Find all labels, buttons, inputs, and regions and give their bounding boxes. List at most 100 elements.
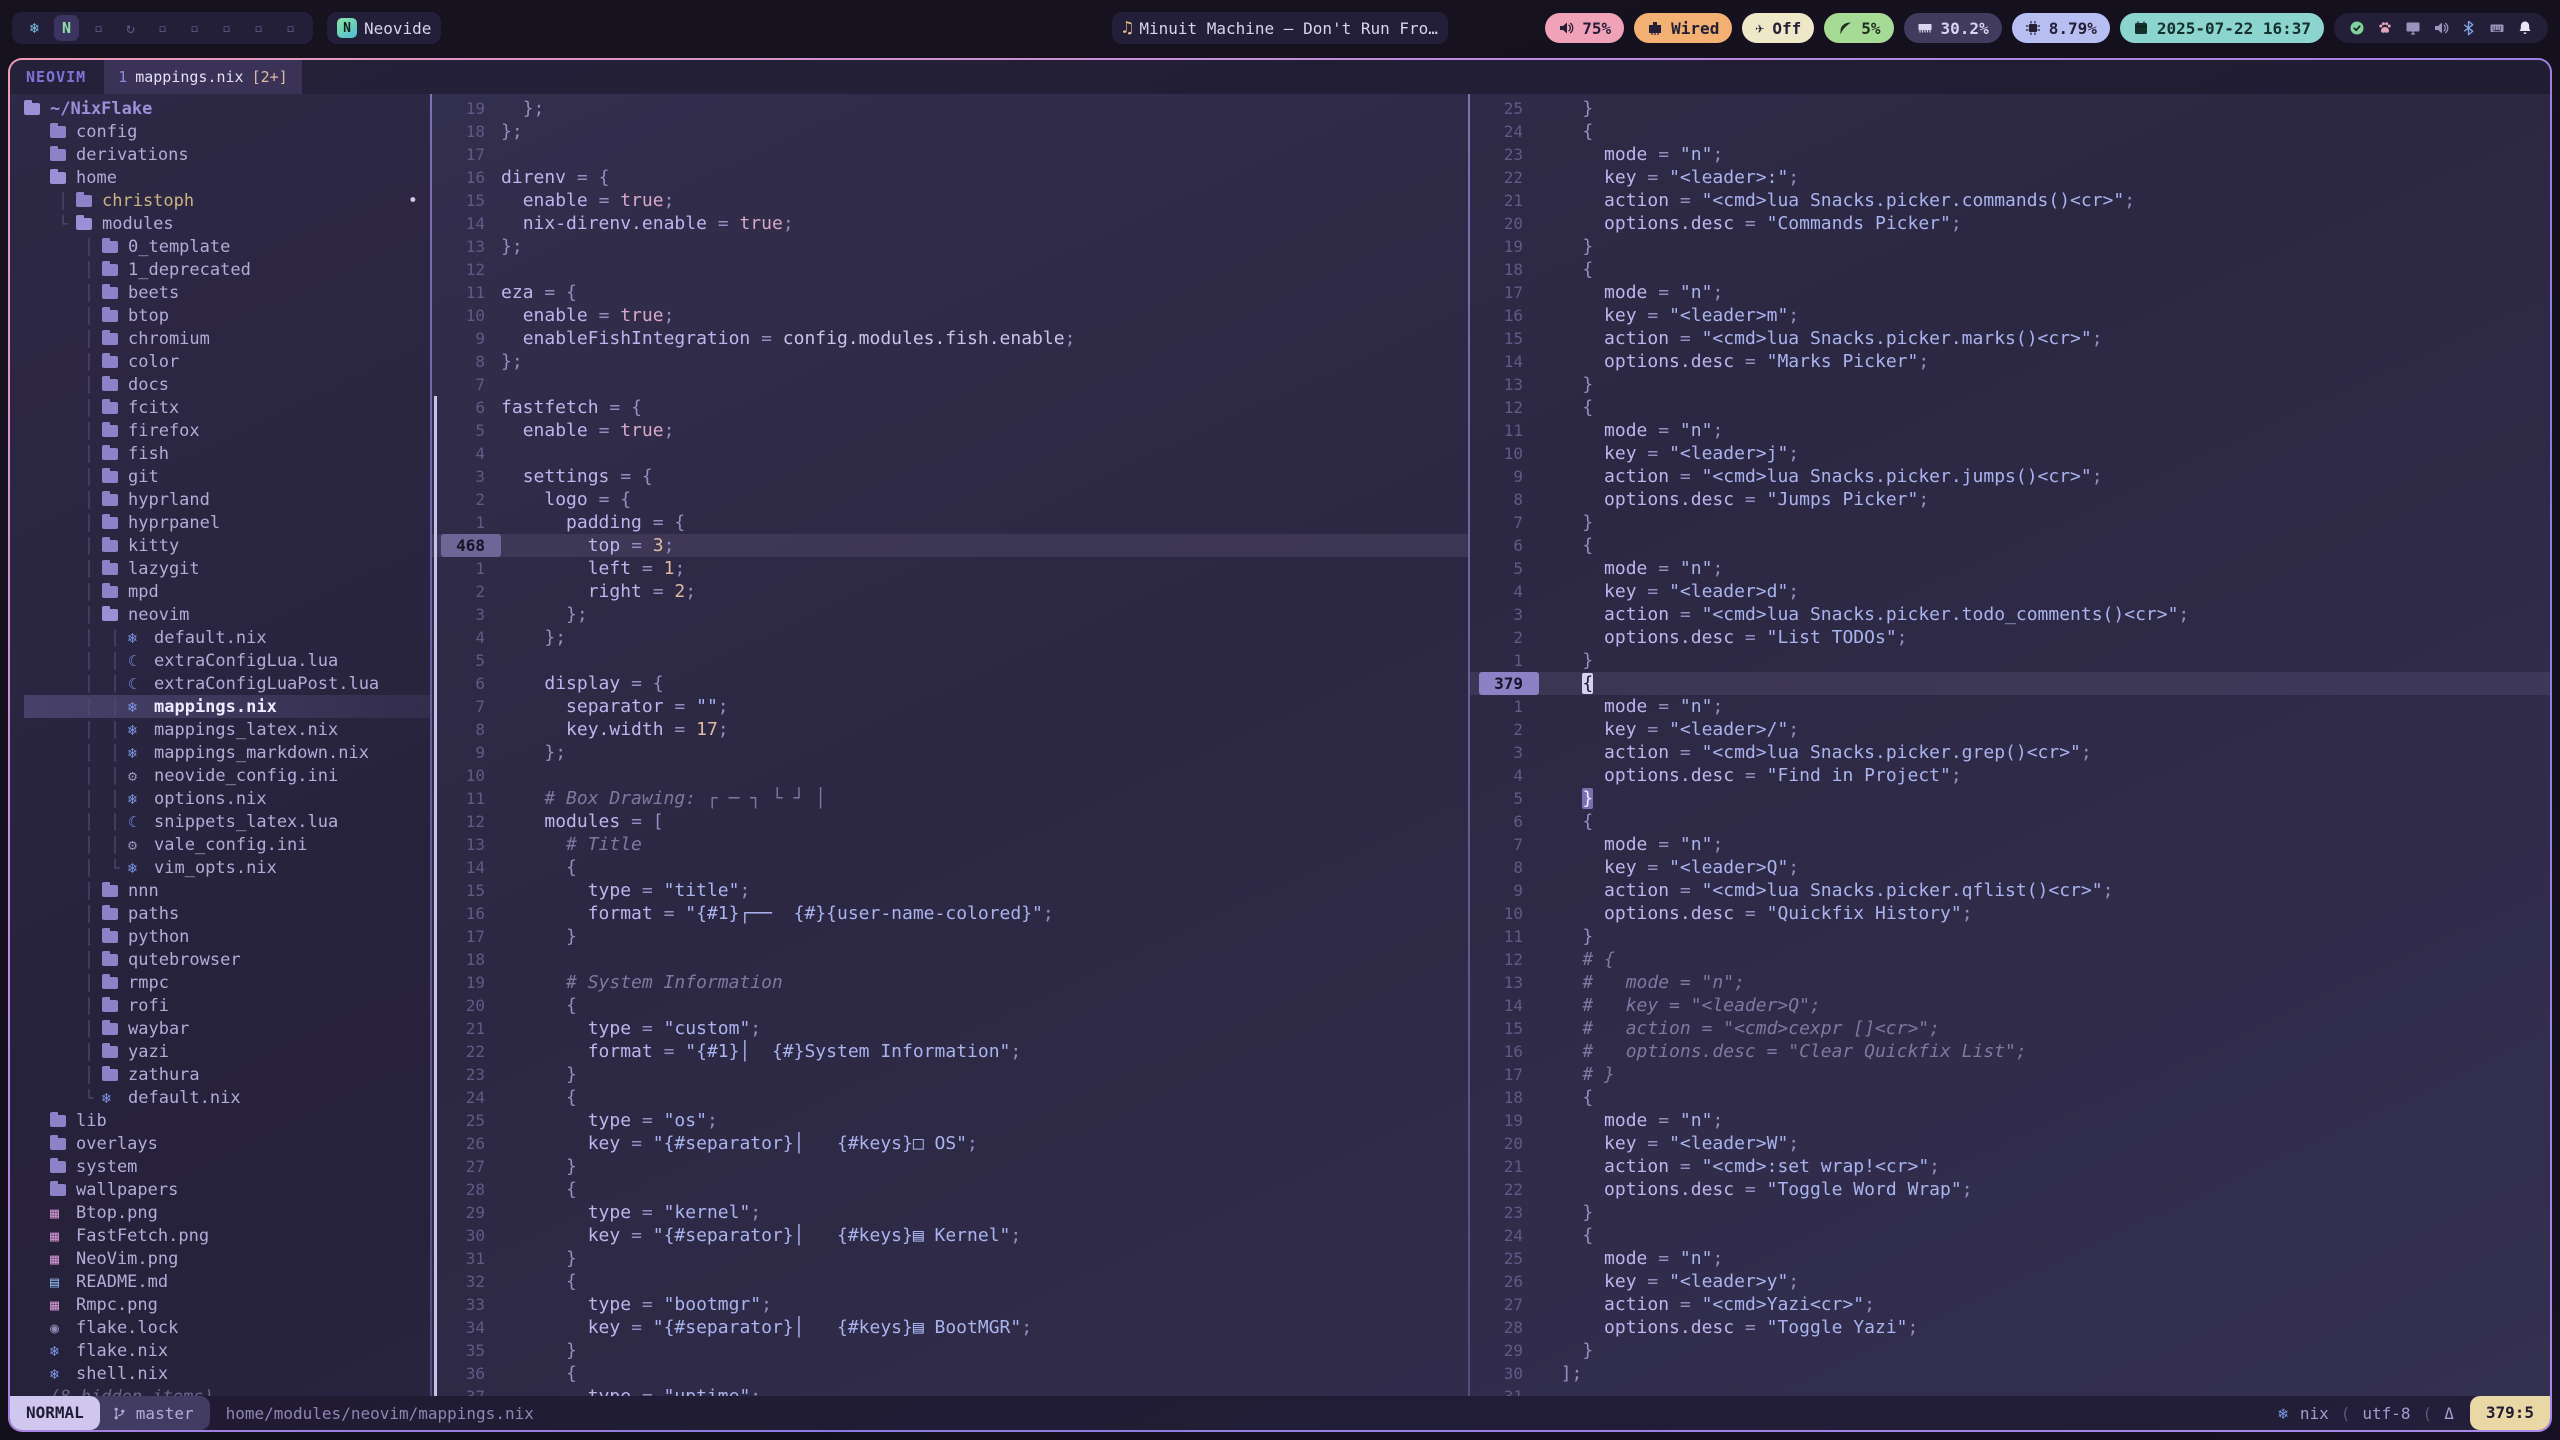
code-line[interactable]: 18 { — [1470, 258, 2550, 281]
tree-item-fish[interactable]: │fish — [24, 442, 430, 465]
clock-module[interactable]: 2025-07-22 16:37 — [2120, 13, 2324, 43]
code-line[interactable]: 23 } — [1470, 1201, 2550, 1224]
tree-item-fcitx[interactable]: │fcitx — [24, 396, 430, 419]
code-line[interactable]: 13 # mode = "n"; — [1470, 971, 2550, 994]
code-line[interactable]: 10 enable = true; — [432, 304, 1468, 327]
code-line[interactable]: 379 { — [1470, 672, 2550, 695]
code-line[interactable]: 6 { — [1470, 810, 2550, 833]
tree-item-yazi[interactable]: │yazi — [24, 1040, 430, 1063]
code-line[interactable]: 17 — [432, 143, 1468, 166]
code-line[interactable]: 4 key = "<leader>d"; — [1470, 580, 2550, 603]
code-line[interactable]: 2 right = 2; — [432, 580, 1468, 603]
code-line[interactable]: 2 options.desc = "List TODOs"; — [1470, 626, 2550, 649]
network-module[interactable]: Wired — [1634, 13, 1732, 43]
code-line[interactable]: 19 mode = "n"; — [1470, 1109, 2550, 1132]
tree-item-options-nix[interactable]: ││❄options.nix — [24, 787, 430, 810]
code-line[interactable]: 20 { — [432, 994, 1468, 1017]
code-line[interactable]: 18 { — [1470, 1086, 2550, 1109]
code-line[interactable]: 32 { — [432, 1270, 1468, 1293]
tab-mappings-nix[interactable]: 1 mappings.nix [2+] — [104, 60, 302, 94]
tree-item-neovide-config-ini[interactable]: ││⚙neovide_config.ini — [24, 764, 430, 787]
cpu-module[interactable]: 8.79% — [2012, 13, 2110, 43]
code-line[interactable]: 17 mode = "n"; — [1470, 281, 2550, 304]
code-line[interactable]: 13 # Title — [432, 833, 1468, 856]
code-line[interactable]: 26 key = "{#separator}│ {#keys}□ OS"; — [432, 1132, 1468, 1155]
editor-pane-left[interactable]: 19 };18};17 16direnv = {15 enable = true… — [432, 94, 1468, 1396]
tree-item-mappings-markdown-nix[interactable]: ││❄mappings_markdown.nix — [24, 741, 430, 764]
code-line[interactable]: 21 action = "<cmd>:set wrap!<cr>"; — [1470, 1155, 2550, 1178]
code-line[interactable]: 1 mode = "n"; — [1470, 695, 2550, 718]
tree-item-color[interactable]: │color — [24, 350, 430, 373]
code-line[interactable]: 7 — [432, 373, 1468, 396]
tree-item-vale-config-ini[interactable]: ││⚙vale_config.ini — [24, 833, 430, 856]
tree-item-python[interactable]: │python — [24, 925, 430, 948]
tree-item-overlays[interactable]: overlays — [24, 1132, 430, 1155]
workspace-1-nix[interactable]: ❄ — [22, 15, 47, 41]
paw-icon[interactable] — [2377, 20, 2393, 36]
power-profile-module[interactable]: 5% — [1824, 13, 1893, 43]
code-line[interactable]: 18 — [432, 948, 1468, 971]
workspace-5[interactable]: ▫ — [150, 15, 175, 41]
tree-item-derivations[interactable]: derivations — [24, 143, 430, 166]
tree-item-beets[interactable]: │beets — [24, 281, 430, 304]
tree-item-btop-png[interactable]: ▦Btop.png — [24, 1201, 430, 1224]
code-line[interactable]: 16direnv = { — [432, 166, 1468, 189]
code-line[interactable]: 7 mode = "n"; — [1470, 833, 2550, 856]
code-line[interactable]: 30 ]; — [1470, 1362, 2550, 1385]
tree-item-default-nix[interactable]: ││❄default.nix — [24, 626, 430, 649]
code-line[interactable]: 5 } — [1470, 787, 2550, 810]
code-line[interactable]: 3 settings = { — [432, 465, 1468, 488]
keyboard-icon[interactable] — [2489, 20, 2505, 36]
tree-item-btop[interactable]: │btop — [24, 304, 430, 327]
code-line[interactable]: 5 — [432, 649, 1468, 672]
memory-module[interactable]: 30.2% — [1904, 13, 2002, 43]
code-line[interactable]: 21 type = "custom"; — [432, 1017, 1468, 1040]
git-branch-segment[interactable]: master — [88, 1396, 210, 1430]
tree-item-home[interactable]: home — [24, 166, 430, 189]
code-line[interactable]: 6fastfetch = { — [432, 396, 1468, 419]
code-line[interactable]: 35 } — [432, 1339, 1468, 1362]
code-line[interactable]: 31 } — [432, 1247, 1468, 1270]
tree-item-nixflake[interactable]: ~/NixFlake — [24, 97, 430, 120]
tree-item-mappings-nix[interactable]: ││❄mappings.nix — [24, 695, 430, 718]
code-line[interactable]: 18}; — [432, 120, 1468, 143]
tree-item-system[interactable]: system — [24, 1155, 430, 1178]
code-line[interactable]: 11 mode = "n"; — [1470, 419, 2550, 442]
code-line[interactable]: 4 — [432, 442, 1468, 465]
code-line[interactable]: 28 { — [432, 1178, 1468, 1201]
code-line[interactable]: 27 } — [432, 1155, 1468, 1178]
tree-item-neovim[interactable]: │neovim — [24, 603, 430, 626]
code-line[interactable]: 14 # key = "<leader>Q"; — [1470, 994, 2550, 1017]
speaker-icon[interactable] — [2433, 20, 2449, 36]
code-line[interactable]: 2 logo = { — [432, 488, 1468, 511]
check-circle-icon[interactable] — [2349, 20, 2365, 36]
tree-item-git[interactable]: │git — [24, 465, 430, 488]
code-line[interactable]: 3 action = "<cmd>lua Snacks.picker.grep(… — [1470, 741, 2550, 764]
tree-item-nnn[interactable]: │nnn — [24, 879, 430, 902]
code-line[interactable]: 12 modules = [ — [432, 810, 1468, 833]
code-line[interactable]: 6 { — [1470, 534, 2550, 557]
tree-item-rmpc-png[interactable]: ▦Rmpc.png — [24, 1293, 430, 1316]
tree-item-1-deprecated[interactable]: │1_deprecated — [24, 258, 430, 281]
display-icon[interactable] — [2405, 20, 2421, 36]
code-line[interactable]: 19 }; — [432, 97, 1468, 120]
code-line[interactable]: 30 key = "{#separator}│ {#keys}▤ Kernel"… — [432, 1224, 1468, 1247]
code-line[interactable]: 31 — [1470, 1385, 2550, 1396]
code-line[interactable]: 16 format = "{#1}┌── {#}{user-name-color… — [432, 902, 1468, 925]
code-line[interactable]: 15 # action = "<cmd>cexpr []<cr>"; — [1470, 1017, 2550, 1040]
code-line[interactable]: 25 } — [1470, 97, 2550, 120]
code-line[interactable]: 34 key = "{#separator}│ {#keys}▤ BootMGR… — [432, 1316, 1468, 1339]
code-line[interactable]: 37 type = "uptime"; — [432, 1385, 1468, 1396]
code-line[interactable]: 13}; — [432, 235, 1468, 258]
workspace-4[interactable]: ↻ — [118, 15, 143, 41]
tree-item-shell-nix[interactable]: ❄shell.nix — [24, 1362, 430, 1385]
tree-item-extraconfiglua-lua[interactable]: ││☾extraConfigLua.lua — [24, 649, 430, 672]
tree-item-kitty[interactable]: │kitty — [24, 534, 430, 557]
workspace-6[interactable]: ▫ — [182, 15, 207, 41]
airplane-module[interactable]: ✈Off — [1742, 13, 1814, 43]
code-line[interactable]: 27 action = "<cmd>Yazi<cr>"; — [1470, 1293, 2550, 1316]
code-line[interactable]: 8 key.width = 17; — [432, 718, 1468, 741]
code-line[interactable]: 15 enable = true; — [432, 189, 1468, 212]
workspace-2-neovide[interactable]: N — [54, 15, 79, 41]
code-line[interactable]: 20 options.desc = "Commands Picker"; — [1470, 212, 2550, 235]
